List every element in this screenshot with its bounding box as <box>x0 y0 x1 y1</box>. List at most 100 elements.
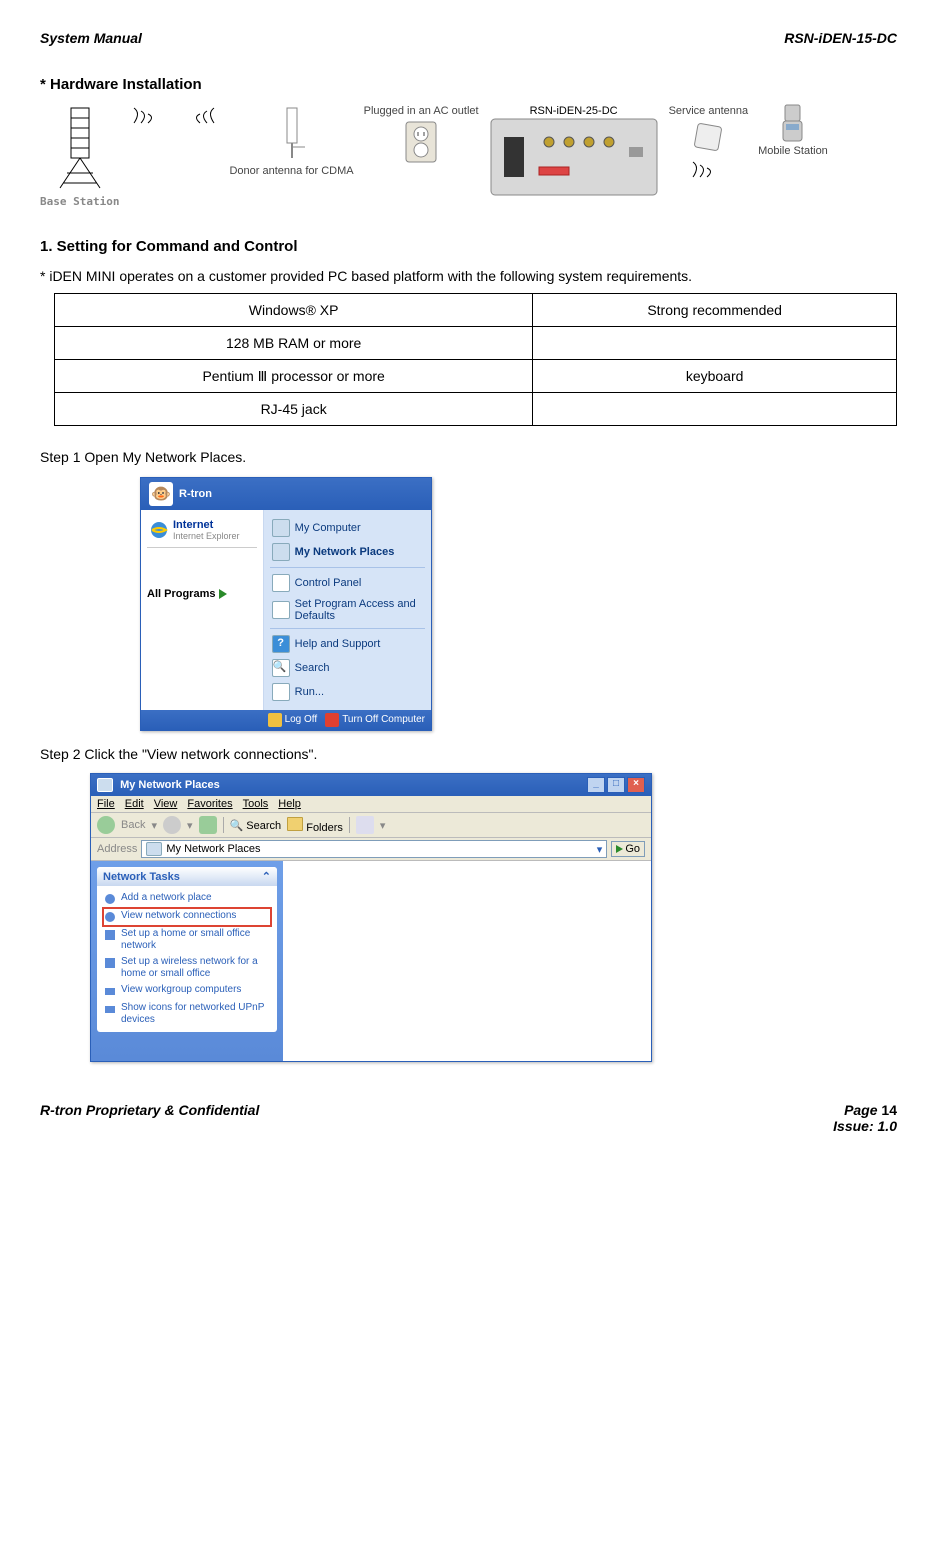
tower-icon <box>55 103 105 193</box>
start-item-program-access[interactable]: Set Program Access and Defaults <box>270 595 425 625</box>
donor-antenna-label: Donor antenna for CDMA <box>229 165 353 177</box>
menu-separator <box>147 547 257 548</box>
task-add-network-place[interactable]: Add a network place <box>103 890 271 908</box>
address-input[interactable]: My Network Places ▾ <box>141 840 607 858</box>
req-cell <box>533 327 897 360</box>
turnoff-label: Turn Off Computer <box>342 714 425 725</box>
donor-antenna-block: Donor antenna for CDMA <box>229 103 353 177</box>
logoff-button[interactable]: Log Off <box>268 713 318 727</box>
start-menu-header: 🐵 R-tron <box>141 478 431 510</box>
task-view-network-connections[interactable]: View network connections <box>103 908 271 926</box>
start-menu-right: My Computer My Network Places Control Pa… <box>264 510 431 710</box>
menu-edit[interactable]: Edit <box>125 798 144 810</box>
task-upnp-devices[interactable]: Show icons for networked UPnP devices <box>103 1000 271 1028</box>
start-item-run[interactable]: Run... <box>270 680 425 704</box>
requirements-table: Windows® XP Strong recommended 128 MB RA… <box>54 293 897 426</box>
start-item-search[interactable]: 🔍 Search <box>270 656 425 680</box>
views-icon[interactable] <box>356 816 374 834</box>
window-title: My Network Places <box>97 778 220 792</box>
menu-favorites[interactable]: Favorites <box>187 798 232 810</box>
table-row: RJ-45 jack <box>55 393 897 426</box>
menu-help[interactable]: Help <box>278 798 301 810</box>
menu-tools[interactable]: Tools <box>243 798 269 810</box>
upnp-icon <box>103 1002 117 1016</box>
task-panel-header[interactable]: Network Tasks ⌃ <box>97 867 277 886</box>
dropdown-icon[interactable]: ▾ <box>187 819 193 832</box>
ac-outlet-icon <box>401 117 441 167</box>
task-label: View workgroup computers <box>121 984 241 996</box>
go-button[interactable]: Go <box>611 841 645 857</box>
start-item-sublabel: Internet Explorer <box>173 531 240 541</box>
explorer-window: My Network Places _ □ × File Edit View F… <box>90 773 652 1062</box>
toolbar-separator <box>223 817 224 833</box>
menu-file[interactable]: File <box>97 798 115 810</box>
start-item-internet[interactable]: Internet Internet Explorer <box>147 516 257 544</box>
start-item-help[interactable]: ? Help and Support <box>270 632 425 656</box>
radio-waves-icon <box>129 103 169 143</box>
service-antenna-icon <box>688 117 728 157</box>
start-menu-footer: Log Off Turn Off Computer <box>141 710 431 730</box>
collapse-icon[interactable]: ⌃ <box>262 870 271 883</box>
start-item-controlpanel[interactable]: Control Panel <box>270 571 425 595</box>
back-icon[interactable] <box>97 816 115 834</box>
up-icon[interactable] <box>199 816 217 834</box>
ac-outlet-block: Plugged in an AC outlet <box>364 103 479 167</box>
menu-separator <box>270 567 425 568</box>
network-icon <box>272 543 290 561</box>
search-button[interactable]: 🔍 Search <box>230 819 282 832</box>
start-item-label: My Computer <box>295 522 361 534</box>
folders-button[interactable]: Folders <box>287 817 343 834</box>
turnoff-button[interactable]: Turn Off Computer <box>325 713 425 727</box>
hardware-diagram: Base Station Donor antenna for CDMA Plug… <box>40 103 897 208</box>
window-titlebar: My Network Places _ □ × <box>91 774 651 796</box>
radio-waves-icon <box>688 157 728 197</box>
wireless-icon <box>103 956 117 970</box>
repeater-icon <box>489 117 659 197</box>
page-footer: R-tron Proprietary & Confidential Page 1… <box>40 1102 897 1134</box>
service-antenna-block: Service antenna <box>669 103 749 197</box>
table-row: Windows® XP Strong recommended <box>55 294 897 327</box>
base-station-block: Base Station <box>40 103 119 208</box>
base-station-label: Base Station <box>40 195 119 208</box>
run-icon <box>272 683 290 701</box>
start-menu-left: Internet Internet Explorer All Programs <box>141 510 264 710</box>
forward-icon[interactable] <box>163 816 181 834</box>
table-row: Pentium Ⅲ processor or more keyboard <box>55 360 897 393</box>
search-icon: 🔍 <box>272 659 290 677</box>
start-item-label: My Network Places <box>295 546 395 558</box>
close-button[interactable]: × <box>627 777 645 793</box>
setting-desc: * iDEN MINI operates on a customer provi… <box>40 265 897 287</box>
req-cell <box>533 393 897 426</box>
task-setup-wireless[interactable]: Set up a wireless network for a home or … <box>103 954 271 982</box>
req-cell: Windows® XP <box>55 294 533 327</box>
menu-separator <box>270 628 425 629</box>
window-menubar: File Edit View Favorites Tools Help <box>91 796 651 813</box>
footer-page: Page 14 <box>844 1102 897 1118</box>
start-item-mycomputer[interactable]: My Computer <box>270 516 425 540</box>
header-left: System Manual <box>40 30 142 46</box>
window-sidebar: Network Tasks ⌃ Add a network place View… <box>91 861 283 1061</box>
maximize-button[interactable]: □ <box>607 777 625 793</box>
radio-waves-icon <box>179 103 219 143</box>
folder-icon <box>287 817 303 831</box>
mobile-station-label: Mobile Station <box>758 145 828 157</box>
dropdown-icon[interactable]: ▾ <box>380 819 386 832</box>
arrow-right-icon <box>219 589 227 599</box>
task-setup-home-network[interactable]: Set up a home or small office network <box>103 926 271 954</box>
control-panel-icon <box>272 574 290 592</box>
window-toolbar: Back ▾ ▾ 🔍 Search Folders ▾ <box>91 813 651 838</box>
start-item-networkplaces[interactable]: My Network Places <box>270 540 425 564</box>
req-cell: RJ-45 jack <box>55 393 533 426</box>
repeater-block: RSN-iDEN-25-DC <box>489 103 659 197</box>
dropdown-icon[interactable]: ▾ <box>151 819 157 832</box>
computer-icon <box>272 519 290 537</box>
all-programs-item[interactable]: All Programs <box>147 588 257 600</box>
minimize-button[interactable]: _ <box>587 777 605 793</box>
help-icon: ? <box>272 635 290 653</box>
section-hardware-install: * Hardware Installation <box>40 76 897 93</box>
all-programs-label: All Programs <box>147 588 215 600</box>
menu-view[interactable]: View <box>154 798 178 810</box>
task-view-workgroup[interactable]: View workgroup computers <box>103 982 271 1000</box>
dropdown-icon[interactable]: ▾ <box>597 843 603 856</box>
setup-network-icon <box>103 928 117 942</box>
